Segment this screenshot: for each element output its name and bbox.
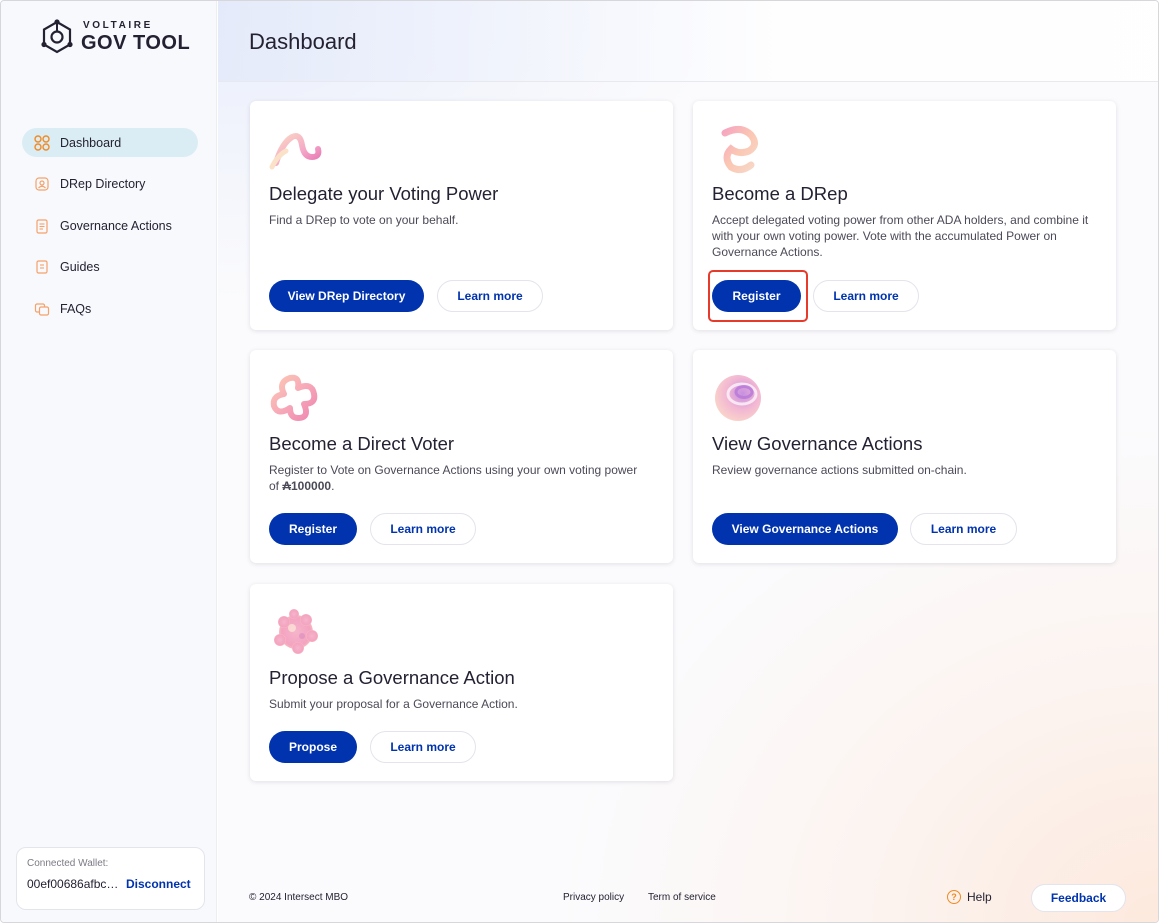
- help-label: Help: [967, 890, 992, 904]
- drep-illustration-icon: [721, 126, 758, 174]
- page-title: Dashboard: [249, 29, 357, 54]
- logo-subtitle: VOLTAIRE: [83, 20, 153, 31]
- wallet-address: 00ef00686afbc…: [27, 877, 119, 891]
- sidebar-item-dashboard[interactable]: Dashboard: [22, 128, 198, 157]
- wallet-label: Connected Wallet:: [27, 858, 109, 869]
- disconnect-button[interactable]: Disconnect: [126, 877, 191, 891]
- description-line: Register to Vote on Governance Actions u…: [269, 463, 638, 477]
- copyright-text: © 2024 Intersect MBO: [249, 892, 349, 903]
- sidebar-item-label: Governance Actions: [60, 218, 172, 233]
- help-button[interactable]: ? Help: [947, 890, 992, 904]
- learn-more-button[interactable]: Learn more: [813, 280, 919, 312]
- connected-wallet-panel: Connected Wallet: 00ef00686afbc… Disconn…: [16, 847, 205, 910]
- card-description: Find a DRep to vote on your behalf.: [269, 213, 459, 227]
- privacy-policy-link[interactable]: Privacy policy: [563, 892, 624, 903]
- card-title: Propose a Governance Action: [269, 667, 515, 688]
- view-drep-directory-button[interactable]: View DRep Directory: [269, 280, 424, 312]
- governance-actions-icon: [34, 218, 50, 234]
- sidebar-item-guides[interactable]: Guides: [22, 253, 198, 282]
- sidebar-item-governance-actions[interactable]: Governance Actions: [22, 211, 198, 240]
- card-description: Register to Vote on Governance Actions u…: [269, 462, 669, 494]
- card-description: Accept delegated voting power from other…: [712, 213, 1089, 259]
- propose-illustration-icon: [274, 609, 318, 654]
- become-drep-card: Become a DRep Accept delegated voting po…: [693, 101, 1116, 330]
- learn-more-button[interactable]: Learn more: [370, 731, 476, 763]
- view-governance-actions-card: View Governance Actions Review governanc…: [693, 350, 1116, 563]
- sidebar-item-drep-directory[interactable]: DRep Directory: [22, 170, 198, 199]
- card-description: Review governance actions submitted on-c…: [712, 463, 967, 477]
- faqs-icon: [34, 301, 50, 317]
- direct-voter-illustration-icon: [270, 374, 318, 421]
- voting-power-amount: ₳100000: [282, 479, 332, 493]
- sidebar: VOLTAIRE GOV TOOL Dashboard DRep Directo…: [1, 1, 217, 922]
- drep-directory-icon: [34, 176, 50, 192]
- main-content: Dashboard Delegate your Voting Power Fin…: [218, 1, 1158, 922]
- propose-governance-action-card: Propose a Governance Action Submit your …: [250, 584, 673, 781]
- sidebar-nav: Dashboard DRep Directory Governance Acti…: [22, 128, 198, 336]
- sidebar-item-label: Dashboard: [60, 135, 122, 150]
- terms-of-service-link[interactable]: Term of service: [648, 892, 716, 903]
- guides-icon: [34, 259, 50, 275]
- sidebar-item-label: DRep Directory: [60, 177, 146, 191]
- delegate-card: Delegate your Voting Power Find a DRep t…: [250, 101, 673, 330]
- sidebar-item-label: Guides: [60, 260, 100, 274]
- card-title: Become a Direct Voter: [269, 433, 455, 454]
- direct-voter-card: Become a Direct Voter Register to Vote o…: [250, 350, 673, 563]
- card-title: Delegate your Voting Power: [269, 183, 499, 204]
- description-prefix: of: [269, 479, 283, 493]
- learn-more-button[interactable]: Learn more: [437, 280, 543, 312]
- dashboard-grid-icon: [34, 134, 50, 151]
- sidebar-item-label: FAQs: [60, 301, 92, 316]
- view-governance-actions-button[interactable]: View Governance Actions: [712, 513, 898, 545]
- logo-title: GOV TOOL: [81, 32, 191, 54]
- description-suffix: .: [331, 479, 335, 493]
- app-window: VOLTAIRE GOV TOOL Dashboard DRep Directo…: [0, 0, 1159, 923]
- card-title: View Governance Actions: [712, 433, 923, 454]
- page-header: Dashboard: [218, 1, 1158, 82]
- card-description: Submit your proposal for a Governance Ac…: [269, 697, 518, 711]
- feedback-button[interactable]: Feedback: [1031, 884, 1126, 912]
- help-question-icon: ?: [947, 890, 961, 904]
- learn-more-button[interactable]: Learn more: [370, 513, 476, 545]
- governance-illustration-icon: [715, 375, 761, 421]
- voltaire-logo-icon: [41, 19, 73, 54]
- register-direct-voter-button[interactable]: Register: [269, 513, 357, 545]
- learn-more-button[interactable]: Learn more: [910, 513, 1017, 545]
- propose-button[interactable]: Propose: [269, 731, 357, 763]
- app-logo[interactable]: VOLTAIRE GOV TOOL: [39, 19, 190, 55]
- delegate-illustration-icon: [269, 133, 322, 170]
- card-title: Become a DRep: [712, 183, 848, 204]
- highlight-annotation: [708, 270, 808, 322]
- sidebar-item-faqs[interactable]: FAQs: [22, 294, 198, 323]
